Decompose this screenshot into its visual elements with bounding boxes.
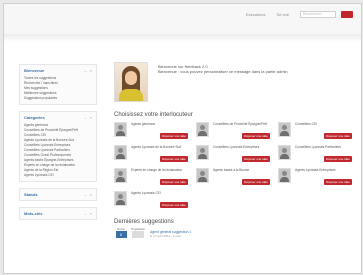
interlocutor-name[interactable]: Agents Lyonnais Entreprises (295, 168, 354, 172)
welcome-block: Bienvenue sur feedback 2.0 Bienvenue : v… (114, 62, 349, 102)
interlocutor-name[interactable]: Agents Lyonnais CEI (131, 191, 190, 195)
top-nav: Exécutions Se voir Rechercher... (246, 11, 353, 18)
interlocutor-name[interactable]: Agents généraux (131, 122, 190, 126)
avatar (278, 145, 291, 160)
interlocutor-card: Agents Lyonnais CEI Déposer une idée (114, 191, 190, 209)
sidebar-box-bienvenue: Bienvenue – × Toutes les suggestions Rech… (19, 64, 97, 105)
submit-idea-button[interactable]: Déposer une idée (242, 133, 270, 139)
close-icon[interactable]: × (90, 115, 92, 120)
avatar (114, 122, 127, 137)
sidebar-box-mots-cles: Mots-clés – × (19, 207, 97, 220)
main-content: Bienvenue sur feedback 2.0 Bienvenue : v… (114, 62, 352, 238)
search-input[interactable]: Rechercher... (300, 11, 336, 18)
submit-idea-button[interactable]: Déposer une idée (160, 202, 188, 208)
welcome-message: Bienvenue : vous pouvez personnaliser ce… (158, 69, 288, 74)
suggestion-meta: le 17 avril 2011 - 1 vote (150, 234, 181, 238)
submit-idea-button[interactable]: Déposer une idée (160, 156, 188, 162)
minimize-icon[interactable]: – (84, 211, 86, 216)
avatar (114, 168, 127, 183)
submit-idea-button[interactable]: Déposer une idée (324, 156, 352, 162)
interlocutor-card: Conseillers Lyonnais Particuliers Déposer… (278, 145, 354, 163)
header-shadow (4, 34, 361, 42)
interlocutor-name[interactable]: Conseillers de Proximité Épargne/Prêt (213, 122, 272, 126)
interlocutor-name[interactable]: Conseillers Lyonnais Particuliers (295, 145, 354, 149)
interlocutor-name[interactable]: Conseillers Lyonnais Entreprises (213, 145, 272, 149)
box-title: Statuts (24, 192, 38, 197)
minimize-icon[interactable]: – (84, 192, 86, 197)
sidebar-box-categories: Catégories – × Agents généraux Conseiller… (19, 111, 97, 182)
submit-idea-button[interactable]: Déposer une idée (160, 133, 188, 139)
interlocutor-card: Agents Lyonnais de la Bordure Sud Déposer… (114, 145, 190, 163)
interlocutor-card: Conseillers de Proximité Épargne/Prêt Dép… (196, 122, 272, 140)
popularity-bar (132, 231, 144, 238)
sidebar-link[interactable]: Suggestions populaires (24, 96, 92, 101)
suggestion-item: Score 0 Popularité Agent général suggest… (114, 227, 349, 238)
avatar (196, 168, 209, 183)
top-bar: Exécutions Se voir Rechercher... (4, 4, 361, 34)
avatar (114, 145, 127, 160)
sidebar: Bienvenue – × Toutes les suggestions Rech… (19, 64, 97, 226)
avatar (278, 168, 291, 183)
submit-idea-button[interactable]: Déposer une idée (242, 179, 270, 185)
interlocutor-card: Agents généraux Déposer une idée (114, 122, 190, 140)
interlocutor-card: Conseillers CEI Déposer une idée (278, 122, 354, 140)
interlocutor-grid: Agents généraux Déposer une idée Conseill… (114, 122, 352, 209)
interlocutor-card: Conseillers Lyonnais Entreprises Déposer … (196, 145, 272, 163)
minimize-icon[interactable]: – (84, 115, 86, 120)
submit-idea-button[interactable]: Déposer une idée (324, 133, 352, 139)
welcome-portrait (114, 62, 148, 102)
close-icon[interactable]: × (90, 192, 92, 197)
interlocutor-card: Agents basés à la Bourse Déposer une idée (196, 168, 272, 186)
page: Exécutions Se voir Rechercher... Bienven… (3, 3, 362, 274)
submit-idea-button[interactable]: Déposer une idée (324, 179, 352, 185)
section-title-interlocutors: Choisissez votre interlocuteur (114, 112, 193, 118)
minimize-icon[interactable]: – (84, 68, 86, 73)
interlocutor-name[interactable]: Agents Lyonnais de la Bordure Sud (131, 145, 190, 149)
interlocutor-name[interactable]: Agents basés à la Bourse (213, 168, 272, 172)
close-icon[interactable]: × (90, 68, 92, 73)
search-button[interactable] (341, 11, 353, 18)
close-icon[interactable]: × (90, 211, 92, 216)
avatar (114, 191, 127, 206)
box-title: Catégories (24, 115, 45, 120)
sidebar-box-statuts: Statuts – × (19, 188, 97, 201)
sidebar-link[interactable]: Agents Lyonnais CEI (24, 173, 92, 178)
avatar (196, 122, 209, 137)
interlocutor-card: Agents Lyonnais Entreprises Déposer une i… (278, 168, 354, 186)
nav-link-se-voir[interactable]: Se voir (277, 12, 289, 17)
submit-idea-button[interactable]: Déposer une idée (160, 179, 188, 185)
vote-widget: Score 0 (114, 227, 128, 238)
nav-link-executions[interactable]: Exécutions (246, 12, 266, 17)
avatar (196, 145, 209, 160)
submit-idea-button[interactable]: Déposer une idée (242, 156, 270, 162)
popularity-widget: Popularité (130, 227, 146, 238)
box-title: Mots-clés (24, 211, 43, 216)
interlocutor-name[interactable]: Experts en charge de la réclamation (131, 168, 190, 172)
box-title: Bienvenue (24, 68, 45, 73)
interlocutor-name[interactable]: Conseillers CEI (295, 122, 354, 126)
section-title-suggestions: Dernières suggestions (114, 219, 174, 225)
interlocutor-card: Experts en charge de la réclamation Dépos… (114, 168, 190, 186)
avatar (278, 122, 291, 137)
vote-count[interactable]: 0 (115, 231, 127, 238)
